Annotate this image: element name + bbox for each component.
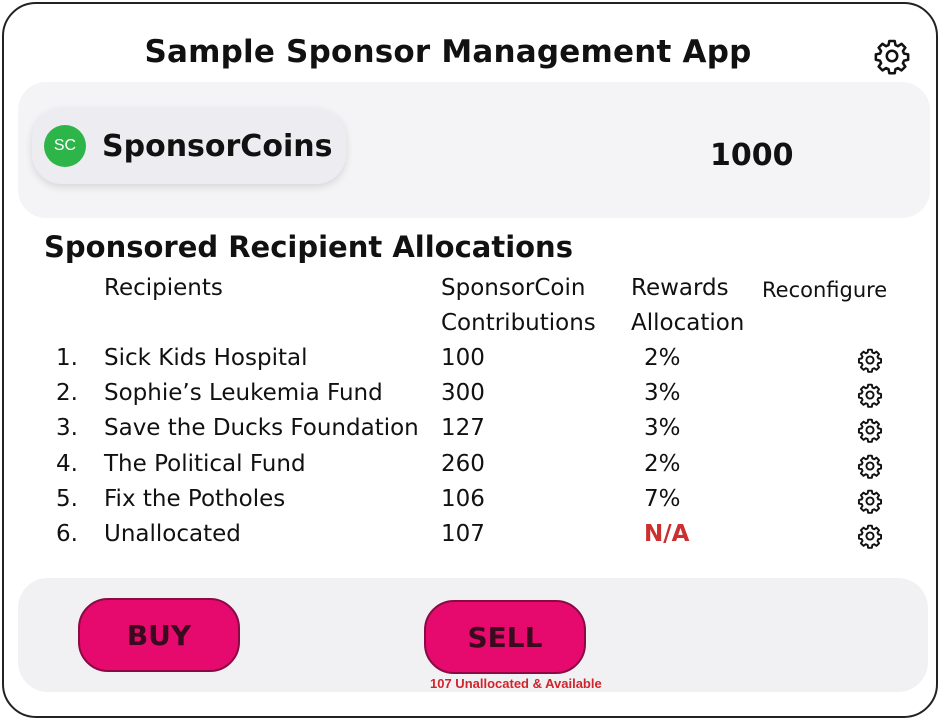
row-number: 6. [56,521,78,547]
column-header-rewards: Rewards Allocation [631,271,744,341]
column-header-reconfigure-label: Reconfigure [762,278,888,302]
sponsorcoin-logo-text: SC [53,137,77,154]
reward-allocation: 2% [644,450,681,477]
row-number: 2. [56,380,78,407]
gear-icon [857,348,883,373]
reconfigure-button[interactable] [856,416,884,444]
column-header-reconfigure: Reconfigure [762,273,887,308]
reconfigure-button[interactable] [856,487,884,515]
reward-allocation: 2% [644,345,681,371]
allocations-title: Sponsored Recipient Allocations [44,230,573,264]
gear-icon [857,383,883,408]
sell-button-label: SELL [467,620,543,654]
recipient-name: Sick Kids Hospital [104,345,308,371]
table-row: 1. Sick Kids Hospital 100 2% [4,341,934,376]
sell-button[interactable]: SELL [424,600,586,674]
buy-button[interactable]: BUY [78,598,240,672]
reconfigure-button[interactable] [856,381,884,409]
contribution-value: 300 [441,380,485,407]
settings-button[interactable] [872,36,912,76]
sponsorcoin-logo: SC [44,125,86,167]
reward-allocation: 7% [644,485,681,512]
column-header-contributions-line2: Contributions [441,310,596,336]
contribution-value: 127 [441,415,485,442]
column-header-contributions: SponsorCoin Contributions [441,271,596,341]
buy-button-label: BUY [126,618,192,652]
gear-icon [857,489,883,514]
reward-allocation: 3% [644,415,681,442]
contribution-value: 107 [441,521,485,547]
table-row: 4. The Political Fund 260 2% [4,447,934,482]
row-number: 3. [56,415,78,442]
row-number: 4. [56,450,78,477]
recipient-name: Save the Ducks Foundation [104,415,419,442]
recipient-name: Sophie’s Leukemia Fund [104,380,383,407]
column-header-contributions-line1: SponsorCoin [441,275,586,301]
contribution-value: 106 [441,485,485,512]
app-window: Sample Sponsor Management App SC Sponsor… [2,2,938,718]
coin-name: SponsorCoins [102,129,333,164]
coin-balance: 1000 [710,138,794,173]
table-row: 5. Fix the Potholes 106 7% [4,482,934,517]
gear-icon [857,524,883,549]
column-header-recipients: Recipients [104,271,223,306]
available-note: 107 Unallocated & Available [430,676,602,691]
table-row: 2. Sophie’s Leukemia Fund 300 3% [4,376,934,411]
column-header-recipients-label: Recipients [104,275,223,301]
gear-icon [857,419,883,444]
reward-allocation: N/A [644,521,690,547]
page-title: Sample Sponsor Management App [144,34,752,70]
reconfigure-button[interactable] [856,522,884,550]
column-header-rewards-line1: Rewards [631,275,729,301]
recipient-name: Unallocated [104,521,241,547]
gear-icon [857,454,883,479]
row-number: 5. [56,485,78,512]
reconfigure-button[interactable] [856,452,884,480]
gear-icon [874,39,910,75]
table-row: 6. Unallocated 107 N/A [4,517,934,552]
reconfigure-button[interactable] [856,346,884,374]
contribution-value: 260 [441,450,485,477]
table-row: 3. Save the Ducks Foundation 127 3% [4,411,934,446]
reward-allocation: 3% [644,380,681,407]
column-header-rewards-line2: Allocation [631,310,745,336]
contribution-value: 100 [441,345,485,371]
recipient-name: The Political Fund [104,450,306,477]
recipient-name: Fix the Potholes [104,485,286,512]
row-number: 1. [56,345,78,371]
